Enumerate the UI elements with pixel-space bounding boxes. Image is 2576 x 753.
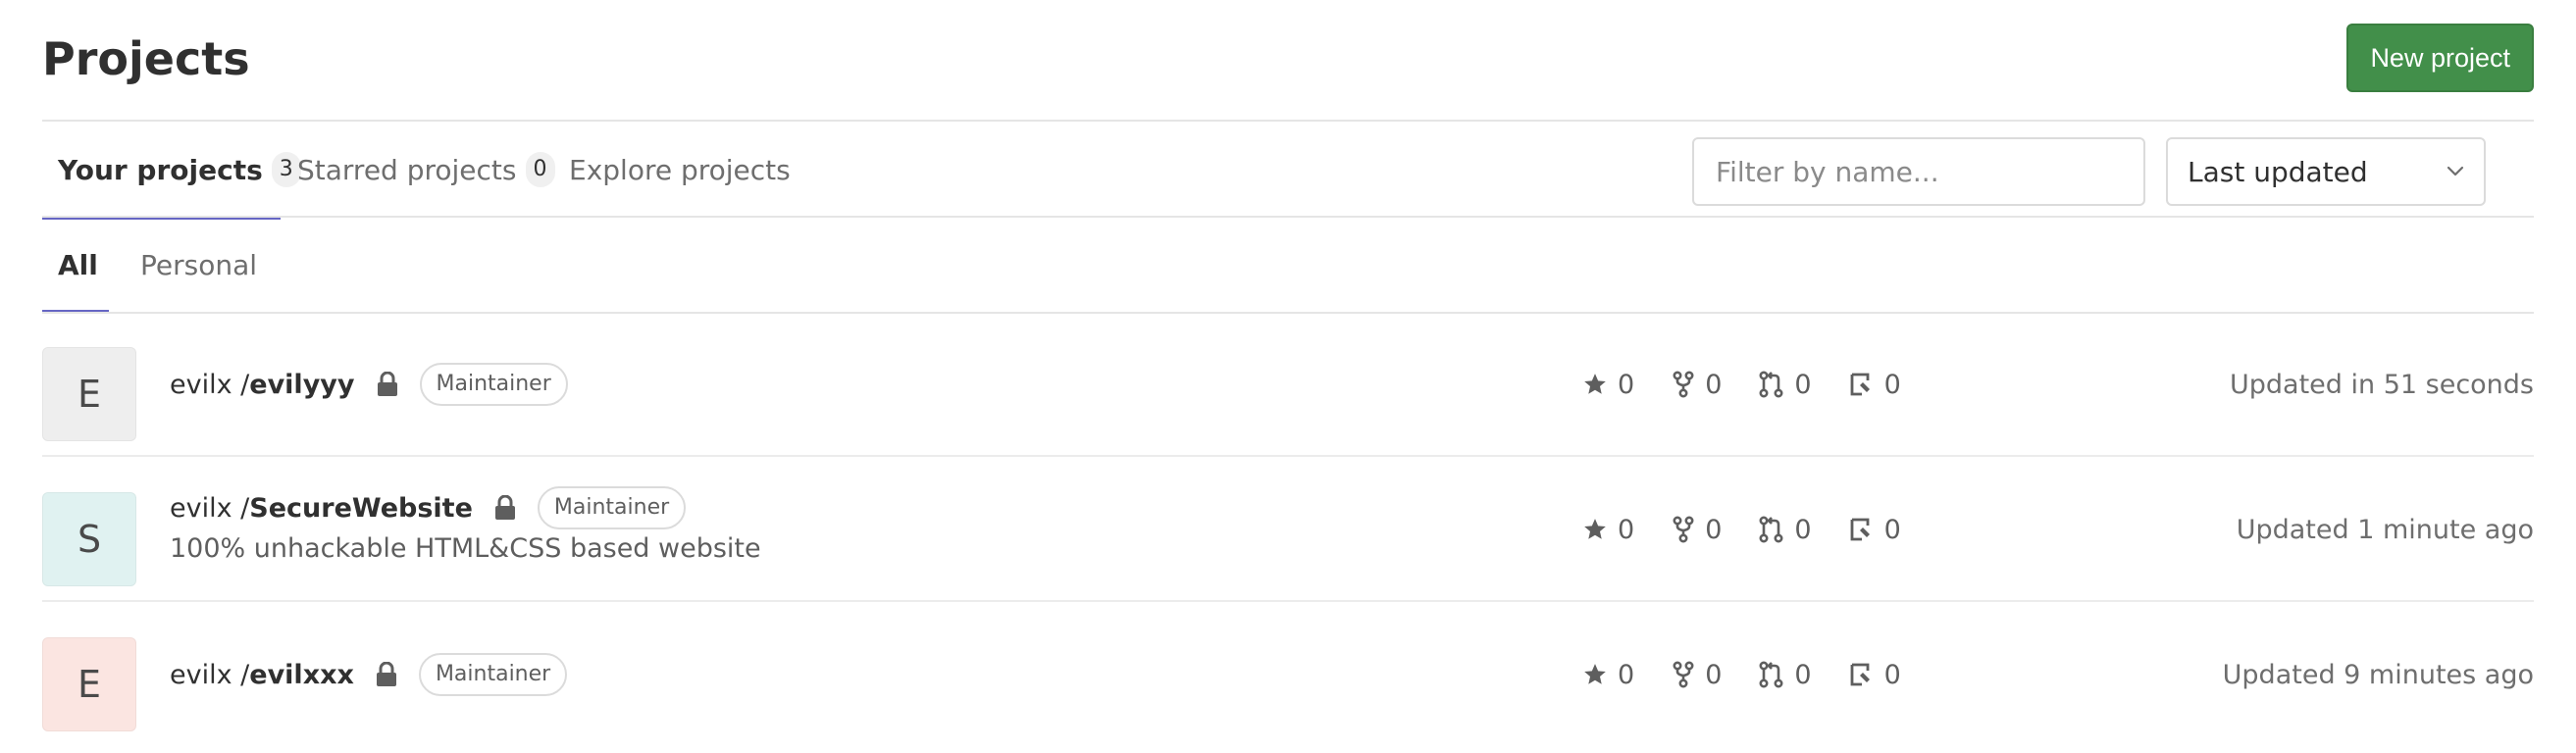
projects-page: Projects New project Your projects 3 Sta…: [0, 0, 2576, 753]
new-project-button[interactable]: New project: [2346, 24, 2534, 92]
project-info: evilx / evilxxx Maintainer: [170, 653, 568, 696]
fork-icon: [1673, 371, 1694, 398]
merge-request-icon: [1759, 371, 1783, 398]
project-namespace[interactable]: evilx /: [170, 660, 249, 690]
subtab-all-label: All: [58, 248, 98, 281]
project-title: evilx / evilxxx Maintainer: [170, 653, 568, 696]
issues-icon: [1850, 663, 1870, 686]
project-title: evilx / SecureWebsite Maintainer: [170, 486, 761, 529]
forks-count[interactable]: 0: [1672, 370, 1722, 400]
stars-value: 0: [1618, 369, 1635, 400]
project-avatar[interactable]: E: [42, 347, 136, 441]
project-updated-time: Updated 9 minutes ago: [2222, 659, 2534, 690]
issues-count[interactable]: 0: [1849, 370, 1901, 400]
chevron-down-icon: [2447, 166, 2464, 176]
merge-requests-value: 0: [1794, 659, 1812, 690]
tab-explore-projects-label: Explore projects: [569, 153, 791, 186]
project-info: evilx / SecureWebsite Maintainer 100% un…: [170, 486, 761, 564]
project-stats: 0 0 0 0: [1582, 653, 1938, 696]
tab-starred-projects-label: Starred projects: [297, 153, 517, 186]
project-tabs: Your projects 3 Starred projects 0 Explo…: [42, 122, 2534, 220]
tab-your-projects[interactable]: Your projects 3: [42, 122, 317, 220]
fork-icon: [1673, 516, 1694, 543]
issues-icon: [1850, 518, 1870, 541]
merge-requests-count[interactable]: 0: [1759, 514, 1812, 545]
subtab-personal[interactable]: Personal: [125, 218, 273, 312]
lock-icon: [376, 662, 396, 686]
project-name-link[interactable]: evilxxx: [249, 660, 354, 690]
filter-by-name-input[interactable]: [1692, 137, 2145, 206]
lock-icon: [377, 372, 397, 396]
project-namespace[interactable]: evilx /: [170, 370, 249, 400]
forks-value: 0: [1705, 369, 1723, 400]
merge-requests-count[interactable]: 0: [1759, 369, 1812, 400]
forks-value: 0: [1705, 514, 1723, 545]
merge-requests-value: 0: [1794, 514, 1812, 545]
subtab-all[interactable]: All: [42, 218, 114, 314]
project-stats: 0 0 0 0: [1582, 363, 1938, 406]
project-list: E evilx / evilyyy Maintainer 0 0 0 0 Upd…: [42, 312, 2534, 747]
project-row: E evilx / evilyyy Maintainer 0 0 0 0 Upd…: [42, 312, 2534, 457]
stars-count[interactable]: 0: [1582, 370, 1634, 400]
issues-value: 0: [1883, 514, 1901, 545]
project-stats: 0 0 0 0: [1582, 508, 1938, 551]
forks-count[interactable]: 0: [1672, 660, 1722, 690]
sort-dropdown[interactable]: Last updated: [2166, 137, 2486, 206]
project-title: evilx / evilyyy Maintainer: [170, 363, 568, 406]
page-title: Projects: [42, 32, 250, 85]
project-description: 100% unhackable HTML&CSS based website: [170, 533, 761, 564]
tab-starred-projects[interactable]: Starred projects 0: [297, 122, 555, 218]
tab-your-projects-label: Your projects: [58, 153, 263, 186]
stars-count[interactable]: 0: [1582, 660, 1634, 690]
project-filter-subtabs: All Personal: [42, 218, 2534, 314]
project-updated-time: Updated 1 minute ago: [2236, 514, 2534, 545]
project-name-link[interactable]: evilyyy: [249, 370, 354, 400]
forks-count[interactable]: 0: [1672, 515, 1722, 545]
sort-dropdown-selected: Last updated: [2188, 155, 2368, 188]
star-icon: [1584, 374, 1606, 394]
starred-projects-count-badge: 0: [525, 152, 555, 187]
issues-count[interactable]: 0: [1849, 515, 1901, 545]
stars-count[interactable]: 0: [1582, 515, 1634, 545]
issues-count[interactable]: 0: [1849, 660, 1901, 690]
forks-value: 0: [1705, 659, 1723, 690]
project-updated-time: Updated in 51 seconds: [2230, 369, 2534, 400]
tab-explore-projects[interactable]: Explore projects: [569, 122, 791, 218]
merge-request-icon: [1759, 516, 1783, 543]
subtab-personal-label: Personal: [140, 248, 258, 281]
issues-icon: [1850, 373, 1870, 396]
fork-icon: [1673, 661, 1694, 688]
role-badge: Maintainer: [537, 486, 687, 529]
project-row: E evilx / evilxxx Maintainer 0 0 0 0 Upd…: [42, 602, 2534, 747]
project-name-link[interactable]: SecureWebsite: [249, 493, 473, 524]
merge-requests-count[interactable]: 0: [1759, 659, 1812, 690]
lock-icon: [494, 495, 515, 520]
role-badge: Maintainer: [418, 653, 568, 696]
star-icon: [1584, 519, 1606, 539]
stars-value: 0: [1618, 514, 1635, 545]
project-avatar[interactable]: S: [42, 492, 136, 586]
star-icon: [1584, 664, 1606, 684]
page-header: Projects New project: [42, 0, 2534, 122]
project-row: S evilx / SecureWebsite Maintainer 100% …: [42, 457, 2534, 602]
project-namespace[interactable]: evilx /: [170, 493, 249, 524]
merge-requests-value: 0: [1794, 369, 1812, 400]
project-avatar[interactable]: E: [42, 637, 136, 731]
issues-value: 0: [1883, 659, 1901, 690]
issues-value: 0: [1883, 369, 1901, 400]
merge-request-icon: [1759, 661, 1783, 688]
project-info: evilx / evilyyy Maintainer: [170, 363, 568, 406]
role-badge: Maintainer: [419, 363, 568, 406]
stars-value: 0: [1618, 659, 1635, 690]
